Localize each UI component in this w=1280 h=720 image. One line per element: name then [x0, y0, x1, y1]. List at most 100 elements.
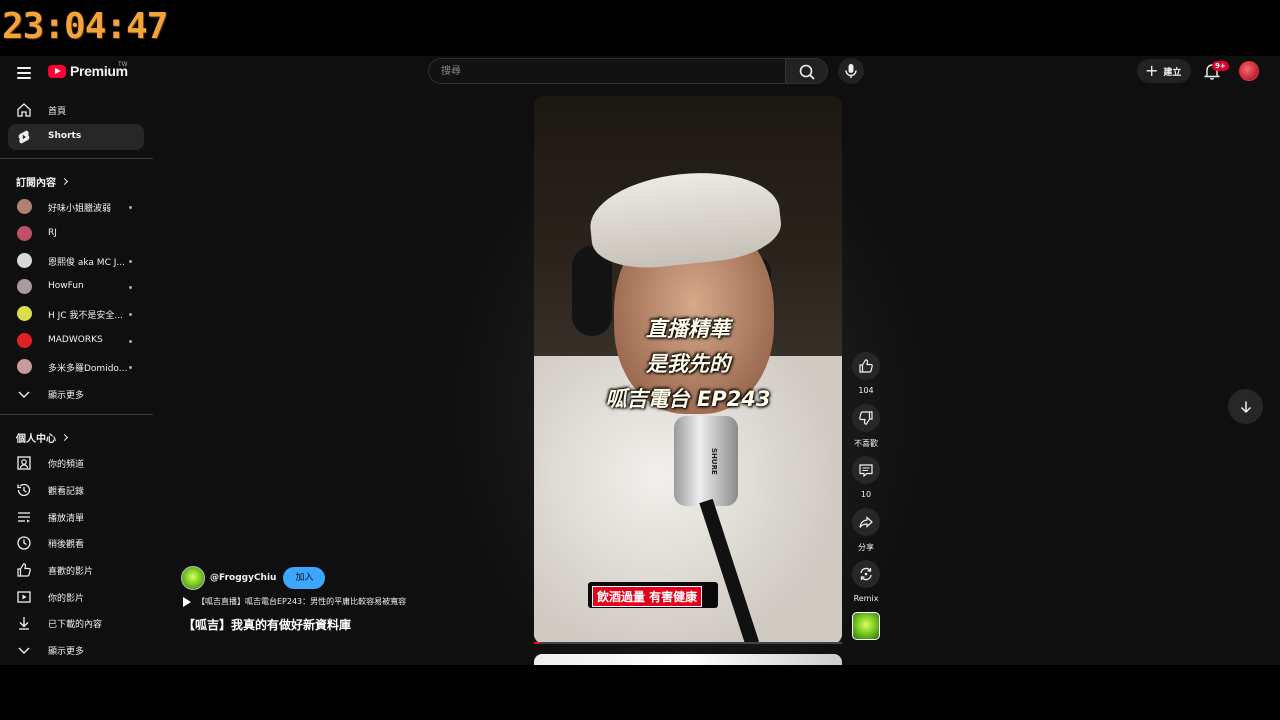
video-progress-fill	[534, 642, 541, 644]
show-more-label: 顯示更多	[48, 647, 85, 657]
short-video-player[interactable]: SHURE 直播精華 是我先的 呱吉電台 EP243 飲酒過量 有害健康	[534, 96, 842, 644]
dislike-button[interactable]	[852, 404, 880, 432]
comments-action[interactable]: 10	[850, 456, 882, 499]
sidebar-item-liked-videos[interactable]: 喜歡的影片	[8, 557, 144, 583]
bottom-letterbox	[0, 665, 1280, 720]
sidebar-item-subscription[interactable]: 恩熙俊 aka MC J...	[8, 248, 144, 274]
like-count: 104	[858, 386, 874, 395]
sidebar-item-label: 你的影片	[48, 594, 85, 604]
channel-name[interactable]: @FroggyChiu	[210, 573, 276, 583]
channel-avatar	[17, 253, 32, 268]
video-progress-bar[interactable]	[534, 642, 842, 644]
sidebar-divider	[0, 158, 153, 159]
share-label: 分享	[858, 543, 874, 552]
download-icon	[19, 617, 29, 630]
channel-icon	[17, 456, 31, 470]
like-action[interactable]: 104	[850, 352, 882, 395]
sidebar-item-watch-later[interactable]: 稍後觀看	[8, 530, 144, 556]
sidebar-item-label: 你的頻道	[48, 460, 85, 470]
sidebar-item-your-channel[interactable]: 你的頻道	[8, 450, 144, 476]
channel-avatar	[17, 333, 32, 348]
create-button[interactable]: + 建立	[1137, 59, 1191, 83]
next-short-button[interactable]	[1228, 389, 1263, 424]
video-icon	[17, 591, 31, 603]
sidebar-item-history[interactable]: 觀看記錄	[8, 477, 144, 503]
subscriptions-header[interactable]: 訂閱內容	[16, 174, 69, 189]
sidebar-divider	[0, 414, 153, 415]
sidebar-item-label: 喜歡的影片	[48, 567, 94, 577]
comment-count: 10	[860, 490, 872, 499]
new-content-dot	[129, 366, 132, 369]
dislike-action[interactable]: 不喜歡	[850, 404, 882, 449]
remix-action[interactable]: Remix	[850, 560, 882, 603]
share-icon	[859, 516, 873, 528]
search-button[interactable]	[786, 58, 828, 84]
sidebar-item-subscription[interactable]: 多米多羅Domido...	[8, 354, 144, 380]
sidebar-item-shorts[interactable]: Shorts	[8, 124, 144, 150]
sidebar-item-label: 稍後觀看	[48, 540, 85, 550]
new-content-dot	[129, 313, 132, 316]
sidebar-item-label: H JC 我不是安全...	[48, 311, 124, 321]
search-input[interactable]	[429, 59, 785, 84]
channel-avatar	[17, 359, 32, 374]
share-button[interactable]	[852, 508, 880, 536]
video-caption-line: 直播精華	[646, 317, 730, 341]
new-content-dot	[129, 340, 132, 343]
comments-button[interactable]	[852, 456, 880, 484]
channel-avatar[interactable]	[181, 566, 205, 590]
sidebar-item-subscription[interactable]: H JC 我不是安全...	[8, 301, 144, 327]
playlist-icon	[18, 512, 30, 523]
clock-overlay: 23:04:47	[0, 0, 1280, 56]
you-title: 個人中心	[16, 434, 56, 445]
sidebar-item-label: 恩熙俊 aka MC J...	[48, 258, 125, 268]
alcohol-warning: 飲酒過量 有害健康	[592, 586, 703, 607]
like-button[interactable]	[852, 352, 880, 380]
video-caption-line: 是我先的	[646, 352, 730, 376]
chevron-down-icon	[18, 391, 30, 398]
account-avatar[interactable]	[1239, 61, 1259, 81]
search-box[interactable]	[428, 58, 786, 84]
channel-avatar	[17, 306, 32, 321]
sound-thumbnail[interactable]	[852, 612, 880, 640]
microphone-prop	[674, 416, 738, 506]
you-header[interactable]: 個人中心	[16, 430, 69, 445]
youtube-play-icon	[48, 64, 66, 78]
sidebar-item-subscription[interactable]: MADWORKS	[8, 328, 144, 354]
sidebar-item-downloads[interactable]: 已下載的內容	[8, 610, 144, 636]
menu-button[interactable]	[12, 61, 36, 85]
related-video-link[interactable]: 【呱吉直播】呱吉電台EP243：男性的平庸比較容易被寬容	[183, 596, 406, 607]
dislike-label: 不喜歡	[854, 439, 878, 448]
youtube-premium-logo[interactable]: Premium	[48, 63, 128, 79]
sidebar-item-subscription[interactable]: HowFun	[8, 274, 144, 300]
comment-icon	[859, 464, 873, 478]
sidebar-item-label: Shorts	[48, 131, 82, 141]
search-icon	[799, 64, 815, 80]
microphone-icon	[845, 64, 857, 78]
sidebar-item-playlists[interactable]: 播放清單	[8, 504, 144, 530]
next-short-preview[interactable]	[534, 654, 842, 665]
clock-text: 23:04:47	[2, 6, 168, 47]
thumbs-up-icon	[17, 563, 31, 577]
thumbs-up-icon	[859, 359, 873, 373]
new-content-dot	[129, 206, 132, 209]
sidebar-item-subscription[interactable]: RJ	[8, 221, 144, 247]
sidebar-item-home[interactable]: 首頁	[8, 97, 144, 123]
video-caption-line: 呱吉電台 EP243	[605, 387, 771, 411]
channel-avatar	[17, 226, 32, 241]
mic-brand: SHURE	[710, 448, 718, 475]
sidebar-item-your-videos[interactable]: 你的影片	[8, 584, 144, 610]
thumbs-down-icon	[859, 411, 873, 425]
shorts-icon	[18, 130, 30, 144]
sidebar-show-more[interactable]: 顯示更多	[8, 381, 144, 407]
short-title[interactable]: 【呱吉】我真的有做好新資料庫	[183, 616, 351, 633]
sidebar-show-more[interactable]: 顯示更多	[8, 637, 144, 663]
voice-search-button[interactable]	[838, 58, 864, 84]
join-button[interactable]: 加入	[283, 567, 326, 589]
share-action[interactable]: 分享	[850, 508, 882, 553]
sidebar-item-label: MADWORKS	[48, 335, 103, 345]
remix-button[interactable]	[852, 560, 880, 588]
chevron-down-icon	[18, 647, 30, 654]
sidebar-item-label: 已下載的內容	[48, 620, 103, 630]
chevron-right-icon	[60, 177, 69, 186]
sidebar-item-subscription[interactable]: 好味小姐臘波弱	[8, 194, 144, 220]
